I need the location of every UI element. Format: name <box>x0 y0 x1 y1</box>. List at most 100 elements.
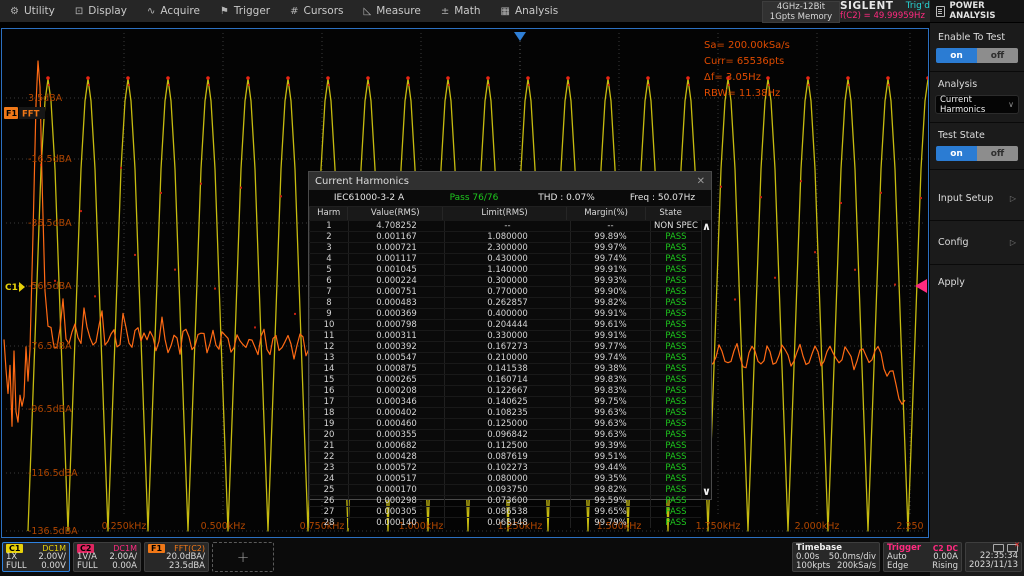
y-axis-label: -16.5dBA <box>28 154 72 165</box>
menu-item-math[interactable]: ±Math <box>431 0 491 22</box>
table-cell: 26 <box>309 496 348 506</box>
enable-to-test-toggle[interactable]: on off <box>936 48 1018 63</box>
menu-item-display[interactable]: ⊡Display <box>65 0 137 22</box>
trigger-box[interactable]: TriggerC2 DC Auto0.00A EdgeRising <box>883 542 962 572</box>
table-cell: 99.93% <box>570 276 650 286</box>
table-cell: 0.770000 <box>444 287 570 297</box>
trace-peak-dot <box>248 84 250 86</box>
timebase-rate: 200kSa/s <box>837 562 876 571</box>
trace-peak-dot <box>408 84 410 86</box>
test-state-off-button[interactable]: off <box>977 146 1018 161</box>
clock-box[interactable]: ✕ 22:35:34 2023/11/13 <box>965 542 1022 572</box>
harmonics-table: 14.708252----NON SPEC20.0011671.08000099… <box>309 220 701 499</box>
trace-peak-dot <box>686 76 690 80</box>
y-axis-label: -116.5dBA <box>28 468 78 479</box>
c1-bandwidth: FULL <box>6 562 27 571</box>
channel1-box[interactable]: C1DC1M 1X2.00V/ FULL0.00V <box>2 542 70 572</box>
timebase-box[interactable]: Timebase 0.00s50.0ms/div 100kpts200kSa/s <box>792 542 880 572</box>
table-cell: 4 <box>309 254 348 264</box>
table-row: 190.0004600.12500099.63%PASS <box>309 418 701 429</box>
acquire-icon: ∿ <box>147 6 155 17</box>
table-cell: PASS <box>650 254 701 264</box>
menu-item-acquire[interactable]: ∿Acquire <box>137 0 210 22</box>
menu-item-measure[interactable]: ◺Measure <box>354 0 431 22</box>
add-channel-button[interactable]: + <box>212 542 274 572</box>
enable-on-button[interactable]: on <box>936 48 977 63</box>
table-cell: 0.001167 <box>348 232 444 242</box>
table-cell: 99.91% <box>570 331 650 341</box>
table-cell: PASS <box>650 430 701 440</box>
table-row: 180.0004020.10823599.63%PASS <box>309 407 701 418</box>
menu-item-cursors[interactable]: #Cursors <box>280 0 353 22</box>
table-cell: PASS <box>650 298 701 308</box>
enable-off-button[interactable]: off <box>977 48 1018 63</box>
trace-peak-dot <box>366 76 370 80</box>
trace-peak-dot <box>606 76 610 80</box>
table-cell: 28 <box>309 518 348 528</box>
trace-peak-dot <box>446 76 450 80</box>
analysis-dropdown[interactable]: Current Harmonics ∨ <box>935 95 1019 114</box>
y-axis-label: -56.5dBA <box>28 281 72 292</box>
y-axis-label: -136.5dBA <box>28 526 78 537</box>
menu-item-trigger[interactable]: ⚑Trigger <box>210 0 280 22</box>
table-cell: PASS <box>650 364 701 374</box>
test-state-toggle[interactable]: on off <box>936 146 1018 161</box>
table-scrollbar[interactable]: ∧ ∨ <box>701 220 711 499</box>
table-cell: 99.82% <box>570 298 650 308</box>
table-cell: PASS <box>650 276 701 286</box>
table-cell: 23 <box>309 463 348 473</box>
table-cell: PASS <box>650 463 701 473</box>
trigger-position-marker[interactable] <box>514 32 526 41</box>
table-cell: 0.000392 <box>348 342 444 352</box>
table-cell: 0.000682 <box>348 441 444 451</box>
panel-menu-icon <box>936 6 945 17</box>
c1-channel-marker[interactable]: C1 <box>5 283 18 293</box>
table-cell: 0.000305 <box>348 507 444 517</box>
table-cell: 12 <box>309 342 348 352</box>
apply-button[interactable]: Apply <box>930 265 1024 300</box>
table-cell: 0.000224 <box>348 276 444 286</box>
channel2-box[interactable]: C2DC1M 1V/A2.00A/ FULL0.00A <box>73 542 141 572</box>
c1-marker-arrow[interactable] <box>19 282 25 292</box>
table-cell: -- <box>444 221 570 231</box>
menu-item-label: Measure <box>376 5 421 17</box>
trace-peak-dot <box>526 76 530 80</box>
menu-item-utility[interactable]: ⚙Utility <box>0 0 65 22</box>
table-cell: PASS <box>650 474 701 484</box>
config-button[interactable]: Config ▷ <box>930 221 1024 265</box>
f1-marker-text: F1 <box>6 109 17 118</box>
table-cell: 3 <box>309 243 348 253</box>
test-state-on-button[interactable]: on <box>936 146 977 161</box>
table-cell: 99.51% <box>570 452 650 462</box>
table-cell: PASS <box>650 265 701 275</box>
table-cell: 0.000140 <box>348 518 444 528</box>
table-row: 100.0007980.20444499.61%PASS <box>309 319 701 330</box>
trace-peak-dot <box>166 76 170 80</box>
table-row: 270.0003050.08653899.65%PASS <box>309 506 701 517</box>
analysis-icon: ▦ <box>500 6 509 17</box>
scroll-up-icon[interactable]: ∧ <box>702 220 711 234</box>
table-cell: 4.708252 <box>348 221 444 231</box>
trace-speckle <box>840 202 842 204</box>
column-header: Harm <box>309 207 347 220</box>
table-cell: 1.080000 <box>444 232 570 242</box>
cursors-icon: # <box>290 6 298 17</box>
table-cell: NON SPEC <box>650 221 701 231</box>
menu-item-analysis[interactable]: ▦Analysis <box>490 0 568 22</box>
table-cell: 0.400000 <box>444 309 570 319</box>
input-setup-button[interactable]: Input Setup ▷ <box>930 177 1024 221</box>
table-cell: PASS <box>650 419 701 429</box>
pass-count: Pass 76/76 <box>429 193 519 203</box>
close-icon[interactable]: ✕ <box>697 176 705 187</box>
table-cell: 0.073600 <box>444 496 570 506</box>
trace-peak-dot <box>406 76 410 80</box>
table-cell: 0.096842 <box>444 430 570 440</box>
scroll-down-icon[interactable]: ∨ <box>702 485 711 499</box>
f1-function-box[interactable]: F1FFT(C2) 20.0dBA/ 23.5dBA <box>144 542 209 572</box>
table-row: 20.0011671.08000099.89%PASS <box>309 231 701 242</box>
table-cell: PASS <box>650 331 701 341</box>
header-spacer <box>695 207 711 220</box>
y-axis-label: -76.5dBA <box>28 341 72 352</box>
table-cell: 0.000875 <box>348 364 444 374</box>
dialog-title-bar[interactable]: Current Harmonics ✕ <box>309 172 711 190</box>
